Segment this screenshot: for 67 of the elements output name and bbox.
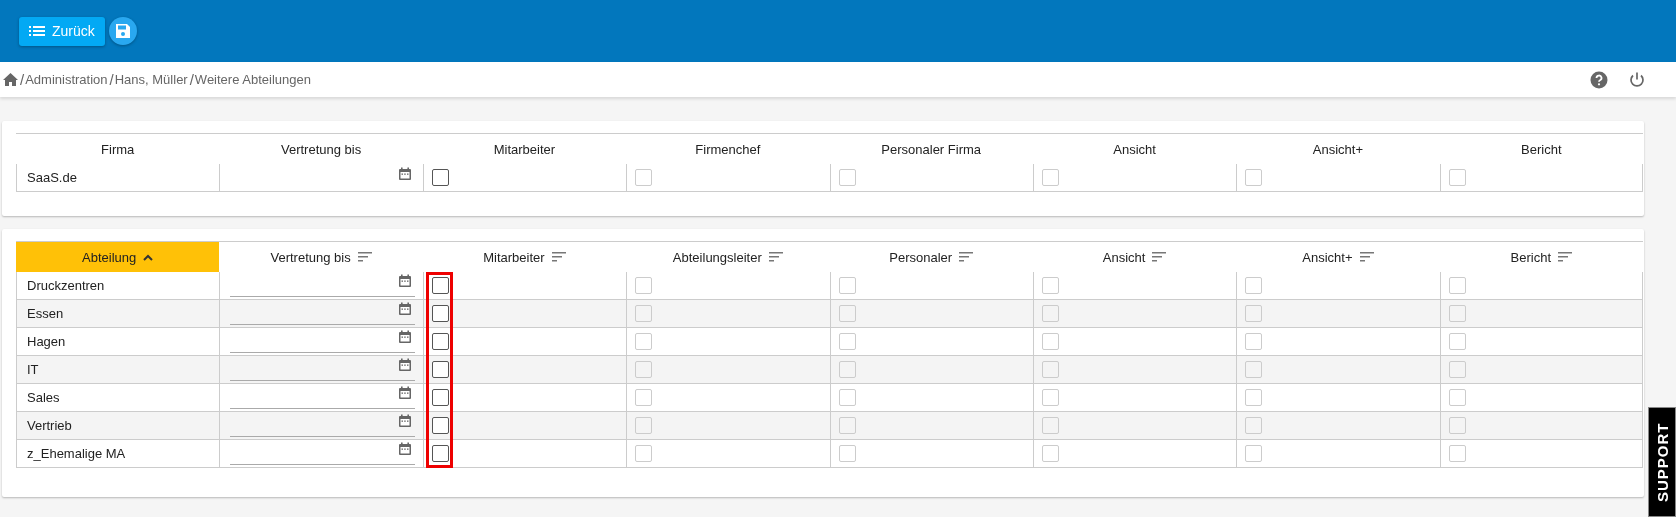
date-field[interactable] — [230, 386, 415, 409]
column-header[interactable]: Ansicht+ — [1236, 242, 1440, 272]
checkbox[interactable] — [431, 389, 449, 406]
column-header[interactable]: Bericht — [1439, 242, 1643, 272]
checkbox[interactable] — [431, 361, 449, 378]
checkbox[interactable] — [431, 333, 449, 350]
sort-ascending-icon — [143, 253, 154, 261]
column-header: Mitarbeiter — [492, 140, 557, 159]
date-field[interactable] — [230, 330, 415, 353]
checkbox[interactable] — [431, 305, 449, 322]
column-header[interactable]: Personaler — [829, 242, 1033, 272]
date-field[interactable] — [230, 274, 415, 297]
table-cell: Druckzentren — [16, 272, 220, 299]
breadcrumb-item[interactable]: Weitere Abteilungen — [194, 72, 311, 87]
sort-icon — [768, 252, 783, 262]
column-header[interactable]: Vertretung bis — [219, 242, 423, 272]
column-header[interactable]: Abteilungsleiter — [626, 242, 830, 272]
table-cell: Sales — [16, 384, 220, 411]
column-header: Vertretung bis — [279, 140, 363, 159]
calendar-icon[interactable] — [397, 442, 412, 456]
separator: / — [20, 71, 25, 88]
checkbox[interactable] — [431, 417, 449, 434]
column-header[interactable]: Abteilung — [16, 242, 220, 272]
calendar-icon[interactable] — [397, 274, 412, 288]
calendar-icon[interactable] — [397, 330, 412, 344]
help-icon[interactable] — [1590, 70, 1608, 89]
power-icon[interactable] — [1628, 70, 1646, 89]
column-header: Firma — [100, 140, 136, 159]
table-cell: z_Ehemalige MA — [16, 440, 220, 467]
table-cell: Hagen — [16, 328, 220, 355]
sort-icon — [551, 252, 566, 262]
date-field[interactable] — [230, 302, 415, 325]
calendar-icon[interactable] — [397, 358, 412, 372]
table-cell: Essen — [16, 300, 220, 327]
checkbox[interactable] — [431, 277, 449, 294]
support-tab[interactable]: SUPPORT — [1648, 407, 1676, 517]
separator: / — [109, 71, 114, 88]
sort-icon — [1359, 252, 1374, 262]
column-header[interactable]: Ansicht — [1032, 242, 1237, 272]
breadcrumb-item[interactable]: Hans, Müller — [114, 72, 188, 87]
calendar-icon[interactable] — [397, 302, 412, 316]
save-button[interactable] — [108, 17, 137, 45]
table-cell: IT — [16, 356, 220, 383]
breadcrumb-item[interactable]: Administration — [25, 72, 108, 87]
home-icon[interactable] — [3, 73, 18, 86]
column-header: Personaler Firma — [880, 140, 983, 159]
date-field[interactable] — [230, 414, 415, 437]
column-header: Ansicht+ — [1311, 140, 1365, 159]
list-icon — [29, 25, 45, 37]
column-header[interactable]: Mitarbeiter — [422, 242, 627, 272]
calendar-icon[interactable] — [397, 166, 412, 181]
column-header: Firmenchef — [694, 140, 762, 159]
column-header: Bericht — [1520, 140, 1563, 159]
sort-icon — [357, 252, 372, 262]
sort-icon — [959, 252, 974, 262]
calendar-icon[interactable] — [397, 386, 412, 400]
date-field[interactable] — [230, 442, 415, 465]
calendar-icon[interactable] — [397, 414, 412, 428]
sort-icon — [1152, 252, 1167, 262]
table-cell: Vertrieb — [16, 412, 220, 439]
checkbox[interactable] — [431, 169, 449, 186]
column-header: Ansicht — [1112, 140, 1157, 159]
sort-icon — [1558, 252, 1573, 262]
date-field[interactable] — [230, 358, 415, 381]
separator: / — [189, 71, 194, 88]
checkbox[interactable] — [431, 445, 449, 462]
table-cell: SaaS.de — [16, 164, 220, 191]
